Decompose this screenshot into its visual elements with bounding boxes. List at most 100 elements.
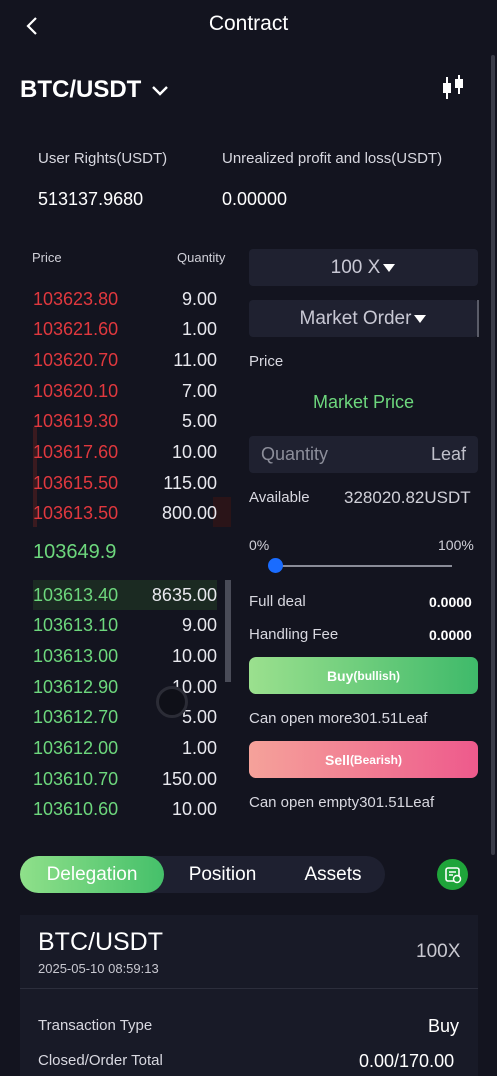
divider	[20, 988, 478, 989]
full-deal-value: 0.0000	[429, 594, 472, 610]
ask-row[interactable]: 103619.30 5.00	[33, 407, 217, 437]
sell-label: Sell	[325, 751, 350, 768]
caret-down-icon	[382, 257, 396, 279]
slider-min-label: 0%	[249, 537, 270, 553]
tab-position[interactable]: Position	[164, 856, 281, 893]
ask-row[interactable]: 103615.50 115.00	[33, 468, 217, 498]
pnl-label: Unrealized profit and loss(USDT)	[222, 150, 443, 167]
chevron-down-icon	[151, 76, 169, 104]
orderbook-scrollbar[interactable]	[225, 580, 231, 682]
caret-down-icon	[413, 308, 427, 330]
full-deal-label: Full deal	[249, 593, 306, 610]
ask-row[interactable]: 103613.50 800.00	[33, 499, 217, 529]
row-price: 103612.00	[33, 738, 119, 758]
order-symbol: BTC/USDT	[38, 928, 163, 956]
tab-delegation[interactable]: Delegation	[20, 856, 164, 893]
row-price: 103623.80	[33, 288, 119, 309]
transaction-type-label: Transaction Type	[38, 1017, 153, 1034]
page-scrollbar[interactable]	[491, 55, 495, 855]
sell-sub-label: (Bearish)	[349, 752, 402, 767]
handling-fee-value: 0.0000	[429, 627, 472, 643]
bid-row[interactable]: 103612.90 10.00	[33, 672, 217, 702]
orderbook-qty-header: Quantity	[177, 250, 226, 265]
pair-selector[interactable]: BTC/USDT	[20, 76, 169, 104]
amount-slider-track[interactable]	[270, 565, 452, 567]
closed-order-total-value: 0.00/170.00	[359, 1051, 455, 1071]
bid-row[interactable]: 103610.70 150.00	[33, 764, 217, 794]
order-type-divider	[477, 300, 479, 337]
row-price: 103613.00	[33, 645, 119, 666]
row-quantity: 1.00	[181, 738, 217, 758]
candlestick-icon[interactable]	[440, 74, 466, 102]
row-price: 103613.10	[33, 615, 119, 636]
row-price: 103613.40	[33, 584, 119, 605]
row-quantity: 10.00	[171, 442, 217, 462]
row-price: 103612.90	[33, 676, 119, 697]
pnl-value: 0.00000	[222, 189, 288, 209]
pair-symbol: BTC/USDT	[20, 76, 142, 103]
row-quantity: 1.00	[181, 319, 217, 340]
quantity-placeholder: Quantity	[261, 444, 329, 464]
amount-slider-handle[interactable]	[268, 558, 283, 573]
row-quantity: 5.00	[181, 707, 217, 728]
page-title: Contract	[208, 12, 289, 35]
slider-max-label: 100%	[438, 537, 474, 553]
row-price: 103613.50	[33, 503, 119, 524]
row-price: 103615.50	[33, 472, 119, 493]
order-leverage: 100X	[416, 941, 461, 962]
order-type-value: Market Order	[299, 307, 412, 329]
row-price: 103620.10	[33, 380, 119, 401]
row-quantity: 8635.00	[151, 584, 217, 605]
available-value: 328020.82USDT	[344, 488, 471, 507]
quantity-unit: Leaf	[430, 444, 466, 464]
row-quantity: 10.00	[171, 645, 217, 666]
row-quantity: 9.00	[181, 615, 217, 636]
handling-fee-label: Handling Fee	[249, 626, 339, 643]
bid-row[interactable]: 103610.60 10.00	[33, 795, 217, 825]
user-rights-value: 513137.9680	[38, 189, 144, 209]
loading-spinner-icon	[156, 686, 188, 718]
transaction-type-value: Buy	[428, 1016, 460, 1036]
bid-row[interactable]: 103613.10 9.00	[33, 611, 217, 641]
row-quantity: 150.00	[161, 768, 217, 789]
row-price: 103610.70	[33, 768, 119, 789]
orderbook-price-header: Price	[32, 250, 62, 265]
bid-row[interactable]: 103613.40 8635.00	[33, 580, 217, 610]
row-price: 103619.30	[33, 411, 119, 432]
buy-button[interactable]: Buy (bullish)	[249, 657, 478, 694]
bottom-tabs: Delegation Position Assets	[20, 856, 385, 893]
ask-row[interactable]: 103620.70 11.00	[33, 345, 217, 375]
available-label: Available	[249, 489, 310, 506]
closed-order-total-label: Closed/Order Total	[38, 1052, 163, 1069]
can-open-empty-text: Can open empty301.51Leaf	[249, 794, 435, 811]
row-price: 103617.60	[33, 442, 119, 462]
row-quantity: 11.00	[173, 349, 217, 370]
row-quantity: 10.00	[171, 799, 217, 820]
price-field[interactable]: Market Price	[249, 384, 478, 421]
order-type-select[interactable]: Market Order	[249, 300, 478, 337]
user-rights-label: User Rights(USDT)	[38, 150, 168, 167]
buy-sub-label: (bullish)	[353, 668, 401, 683]
row-quantity: 800.00	[161, 503, 217, 524]
ask-row[interactable]: 103621.60 1.00	[33, 315, 217, 345]
ask-row[interactable]: 103623.80 9.00	[33, 284, 217, 314]
bid-row[interactable]: 103613.00 10.00	[33, 641, 217, 671]
price-label: Price	[249, 353, 284, 370]
sell-button[interactable]: Sell (Bearish)	[249, 741, 478, 778]
row-quantity: 115.00	[163, 472, 217, 493]
tab-assets[interactable]: Assets	[281, 856, 385, 893]
row-price: 103610.60	[33, 799, 119, 820]
quantity-field[interactable]: Quantity Leaf	[249, 436, 478, 473]
bid-row[interactable]: 103612.70 5.00	[33, 703, 217, 733]
row-price: 103620.70	[33, 349, 119, 370]
order-history-icon[interactable]	[437, 859, 468, 890]
mid-price: 103649.9	[33, 541, 117, 563]
ask-row[interactable]: 103617.60 10.00	[33, 438, 217, 468]
row-quantity: 7.00	[181, 380, 217, 401]
ask-row[interactable]: 103620.10 7.00	[33, 376, 217, 406]
row-price: 103612.70	[33, 707, 119, 728]
bid-row[interactable]: 103612.00 1.00	[33, 734, 217, 764]
order-datetime: 2025-05-10 08:59:13	[38, 961, 159, 976]
leverage-select[interactable]: 100 X	[249, 249, 478, 286]
row-quantity: 5.00	[181, 411, 217, 432]
